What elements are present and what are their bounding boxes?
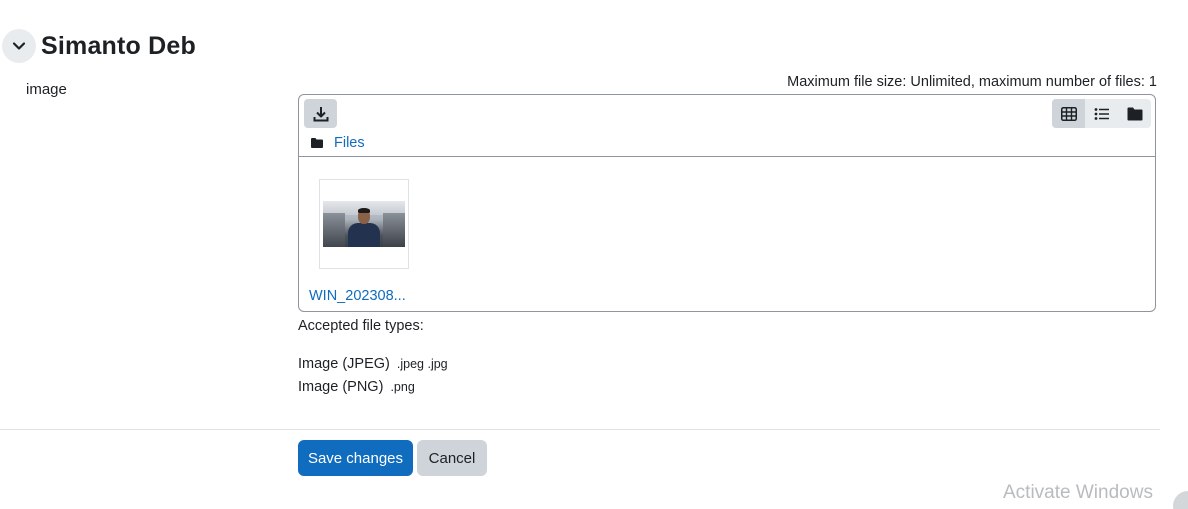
accepted-type-item: Image (PNG) .png [298, 379, 415, 395]
accepted-type-extensions: .jpeg .jpg [396, 357, 448, 371]
download-all-button[interactable] [304, 99, 337, 128]
image-thumbnail [323, 201, 405, 247]
tree-view-button[interactable] [1118, 99, 1151, 128]
folder-icon [311, 138, 323, 148]
breadcrumb-files-link[interactable]: Files [334, 135, 365, 151]
list-view-button[interactable] [1085, 99, 1118, 128]
collapse-toggle-button[interactable] [2, 29, 36, 63]
file-manager: Files WIN_202308... [298, 94, 1156, 312]
grid-view-button[interactable] [1052, 99, 1085, 128]
tree-view-icon [1127, 107, 1142, 120]
section-title: Simanto Deb [41, 31, 196, 60]
save-changes-button[interactable]: Save changes [298, 440, 413, 476]
breadcrumb: Files [311, 135, 365, 151]
accepted-type-item: Image (JPEG) .jpeg .jpg [298, 356, 448, 372]
view-mode-group [1052, 99, 1151, 128]
chevron-down-icon [12, 42, 26, 50]
form-divider [0, 429, 1160, 430]
list-view-icon [1094, 107, 1109, 120]
accepted-type-extensions: .png [390, 380, 415, 394]
file-name-link[interactable]: WIN_202308... [309, 288, 406, 304]
cancel-button[interactable]: Cancel [417, 440, 487, 476]
field-label: image [26, 81, 67, 98]
accepted-type-name: Image (PNG) [298, 379, 384, 395]
activate-windows-watermark: Activate Windows [1003, 482, 1153, 503]
accepted-types-title: Accepted file types: [298, 318, 424, 334]
file-thumbnail[interactable] [319, 179, 409, 269]
section-header: Simanto Deb [2, 29, 196, 63]
scroll-top-button[interactable] [1173, 491, 1188, 509]
file-manager-toolbar: Files [299, 95, 1155, 157]
accepted-type-name: Image (JPEG) [298, 356, 390, 372]
grid-view-icon [1060, 106, 1077, 121]
file-restrictions: Maximum file size: Unlimited, maximum nu… [787, 74, 1157, 90]
download-icon [313, 106, 328, 121]
